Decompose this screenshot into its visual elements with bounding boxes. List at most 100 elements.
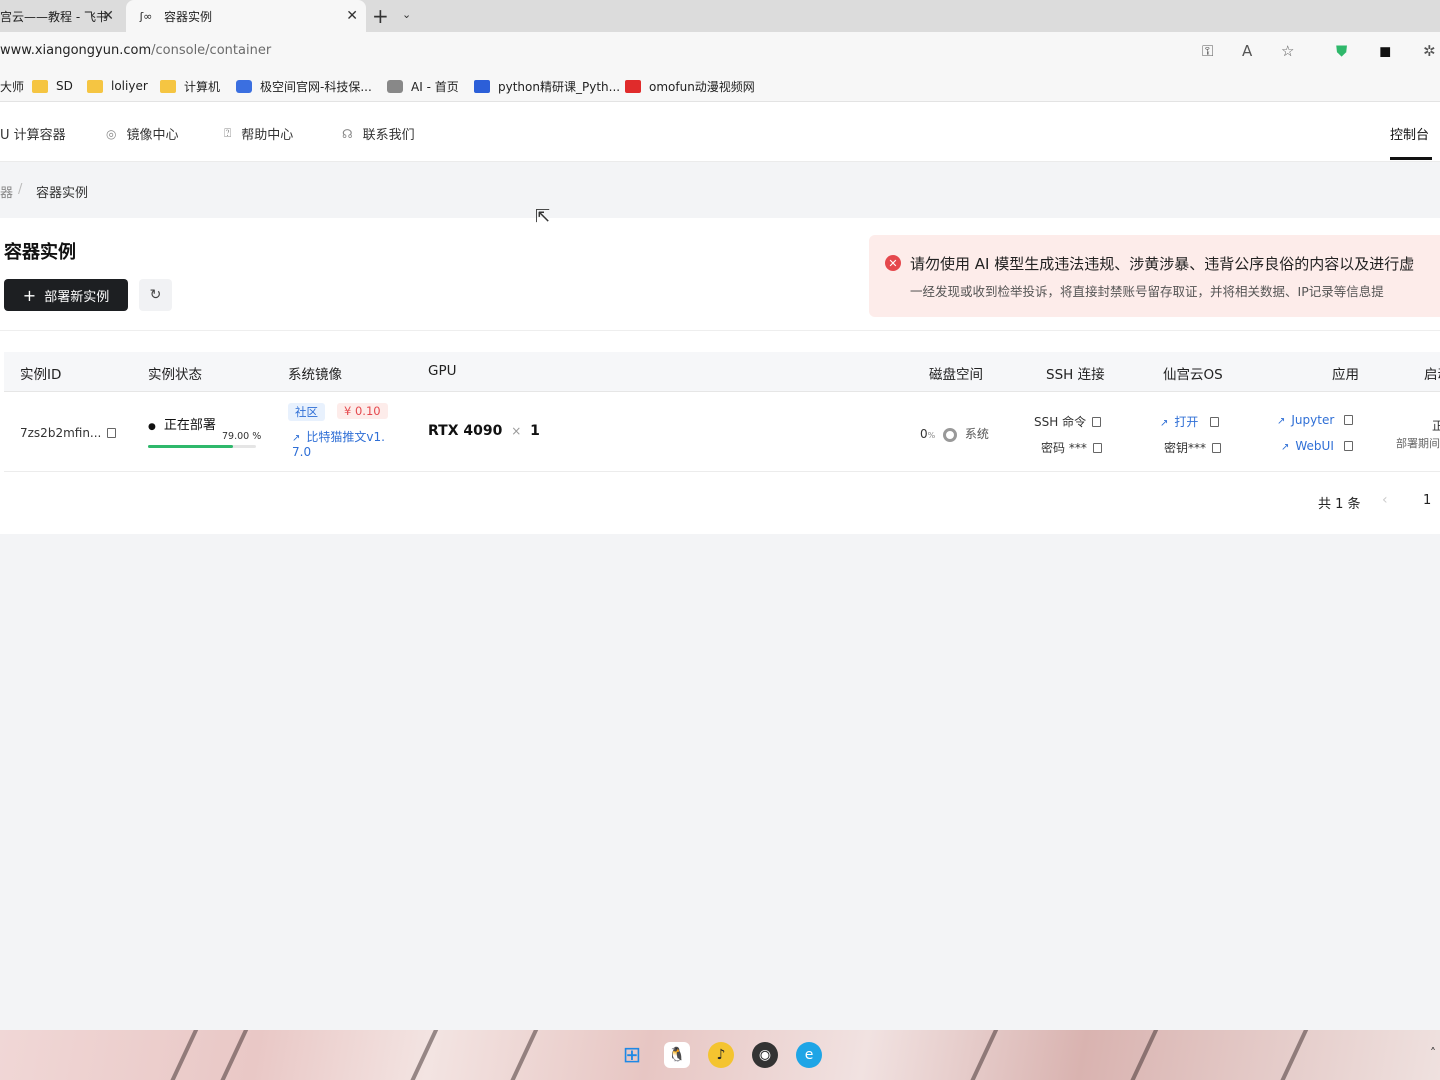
wallpaper-stripe (213, 1030, 251, 1080)
bookmark-item[interactable]: SD (32, 77, 73, 95)
wallpaper-stripe (503, 1030, 541, 1080)
shield-icon[interactable]: ⛊ (1336, 42, 1347, 60)
tab-label: 容器实例 (164, 9, 213, 24)
copy-icon[interactable] (1212, 443, 1222, 453)
wallpaper-stripe (163, 1030, 201, 1080)
qq-icon[interactable]: 🐧 (664, 1042, 690, 1068)
bookmark-item[interactable]: 极空间官网-科技保... (236, 77, 372, 95)
bookmark-item[interactable]: 计算机 (160, 77, 220, 95)
site-icon (387, 79, 403, 93)
alert-title: 请勿使用 AI 模型生成违法违规、涉黄涉暴、违背公序良俗的内容以及进行虚 (910, 255, 1415, 273)
content-card: 容器实例 + 部署新实例 ↻ ✕ 请勿使用 AI 模型生成违法违规、涉黄涉暴、违… (0, 218, 1440, 534)
copy-icon[interactable] (1092, 417, 1102, 427)
bookmark-item[interactable]: omofun动漫视频网 (625, 77, 755, 95)
obs-icon[interactable]: ◉ (752, 1042, 778, 1068)
wallpaper-stripe (403, 1030, 441, 1080)
copy-icon[interactable] (107, 428, 117, 438)
divider (0, 330, 1440, 331)
key-icon[interactable]: ⚿ (1202, 42, 1213, 60)
ssh-command[interactable]: SSH 命令 (1034, 413, 1102, 430)
page-title: 容器实例 (4, 242, 76, 263)
copy-icon[interactable] (1210, 417, 1220, 427)
warning-alert: ✕ 请勿使用 AI 模型生成违法违规、涉黄涉暴、违背公序良俗的内容以及进行虚 一… (869, 235, 1440, 317)
start-status: 正 (1432, 419, 1440, 433)
app-webui-link[interactable]: ↗ WebUI (1281, 439, 1353, 453)
instance-id[interactable]: 7zs2b2mfin... (20, 426, 117, 440)
browser-tab-active[interactable]: ʃ∞ 容器实例 ✕ (126, 0, 366, 32)
favorite-star-icon[interactable]: ☆ (1281, 42, 1294, 60)
nav-item-help[interactable]: ⍰ 帮助中心 (224, 124, 293, 143)
image-link[interactable]: ↗ 比特猫推文v1. (292, 428, 385, 445)
image-link-cont[interactable]: 7.0 (292, 445, 311, 459)
external-link-icon: ↗ (1160, 418, 1169, 429)
help-doc-icon: ⍰ (224, 126, 232, 140)
pagination-total: 共 1 条 (1318, 497, 1361, 512)
deploy-new-instance-button[interactable]: + 部署新实例 (4, 279, 128, 311)
bookmark-item[interactable]: AI - 首页 (387, 77, 459, 95)
browser-tab-inactive[interactable]: 宫云——教程 - 飞书 ✕ (0, 0, 122, 32)
column-header: 实例状态 (148, 367, 202, 383)
column-header: SSH 连接 (1046, 367, 1105, 383)
target-icon: ◎ (106, 126, 117, 141)
wallpaper-stripe (963, 1030, 1001, 1080)
read-aloud-icon[interactable]: A (1242, 42, 1252, 60)
external-link-icon: ↗ (1281, 442, 1290, 453)
extension-icon[interactable]: ◼ (1379, 42, 1391, 60)
alert-description: 一经发现或收到检举投诉，将直接封禁账号留存取证，并将相关数据、IP记录等信息提 (910, 284, 1384, 299)
breadcrumb-separator: / (18, 182, 23, 197)
external-link-icon: ↗ (1277, 416, 1286, 427)
page-number[interactable]: 1 (1423, 493, 1431, 508)
chevron-down-icon[interactable]: ⌄ (402, 8, 411, 21)
edge-browser-icon[interactable]: e (796, 1042, 822, 1068)
site-icon (474, 79, 490, 93)
status-dot-icon: ● (148, 422, 156, 432)
copy-icon[interactable] (1092, 443, 1102, 453)
instance-status: ● 正在部署 (148, 418, 216, 433)
ssh-password[interactable]: 密码 *** (1041, 439, 1102, 456)
progress-fill (148, 445, 234, 448)
refresh-button[interactable]: ↻ (139, 279, 172, 311)
music-app-icon[interactable]: ♪ (708, 1042, 734, 1068)
tag-price: ¥ 0.10 (337, 403, 388, 419)
url-path: /console/container (151, 43, 272, 58)
tag-community: 社区 (288, 403, 325, 421)
copy-icon[interactable] (1343, 441, 1353, 451)
nav-console[interactable]: 控制台 (1390, 124, 1429, 143)
wallpaper-stripe (1123, 1030, 1161, 1080)
tab-close-icon[interactable]: ✕ (346, 8, 358, 24)
url-host: www.xiangongyun.com (0, 43, 152, 58)
puzzle-icon[interactable]: ✲ (1423, 42, 1436, 60)
windows-start-icon[interactable]: ⊞ (619, 1042, 645, 1068)
os-key[interactable]: 密钥*** (1164, 439, 1222, 456)
active-nav-underline (1390, 157, 1432, 160)
nav-item-compute[interactable]: U 计算容器 (0, 124, 66, 143)
site-nav: U 计算容器 ◎ 镜像中心 ⍰ 帮助中心 ☊ 联系我们 控制台 (0, 102, 1440, 162)
mouse-cursor-icon: ⇱ (535, 206, 551, 227)
address-bar: www.xiangongyun.com/console/container ⚿ … (0, 32, 1440, 70)
table-header: 实例ID 实例状态 系统镜像 GPU 磁盘空间 SSH 连接 仙宫云OS 应用 … (4, 352, 1440, 392)
nav-item-images[interactable]: ◎ 镜像中心 (106, 124, 179, 144)
folder-icon (87, 79, 103, 93)
headset-icon: ☊ (342, 126, 353, 141)
bookmark-item[interactable]: python精研课_Pyth... (474, 77, 620, 95)
disk-ring-icon (943, 427, 958, 442)
breadcrumb-parent[interactable]: 器 (0, 182, 13, 201)
chevron-left-icon[interactable]: ‹ (1382, 492, 1388, 508)
tab-close-icon[interactable]: ✕ (102, 8, 114, 24)
url-field[interactable]: www.xiangongyun.com/console/container (0, 41, 1312, 65)
wallpaper-stripe (1273, 1030, 1311, 1080)
bookmark-item[interactable]: loliyer (87, 77, 148, 95)
new-tab-icon[interactable]: + (372, 4, 389, 28)
os-open-link[interactable]: ↗ 打开 (1160, 413, 1220, 430)
column-header: GPU (428, 363, 457, 379)
column-header: 实例ID (20, 367, 62, 383)
progress-bar (148, 445, 256, 448)
start-note: 部署期间 (1396, 437, 1440, 450)
plus-icon: + (22, 285, 37, 305)
bookmark-item[interactable]: 大师 (0, 77, 24, 95)
chevron-up-icon[interactable]: ˄ (1430, 1046, 1436, 1060)
browser-tab-strip: 宫云——教程 - 飞书 ✕ ʃ∞ 容器实例 ✕ + ⌄ (0, 0, 1440, 32)
app-jupyter-link[interactable]: ↗ Jupyter (1277, 413, 1354, 427)
nav-item-contact[interactable]: ☊ 联系我们 (342, 124, 415, 144)
copy-icon[interactable] (1344, 415, 1354, 425)
